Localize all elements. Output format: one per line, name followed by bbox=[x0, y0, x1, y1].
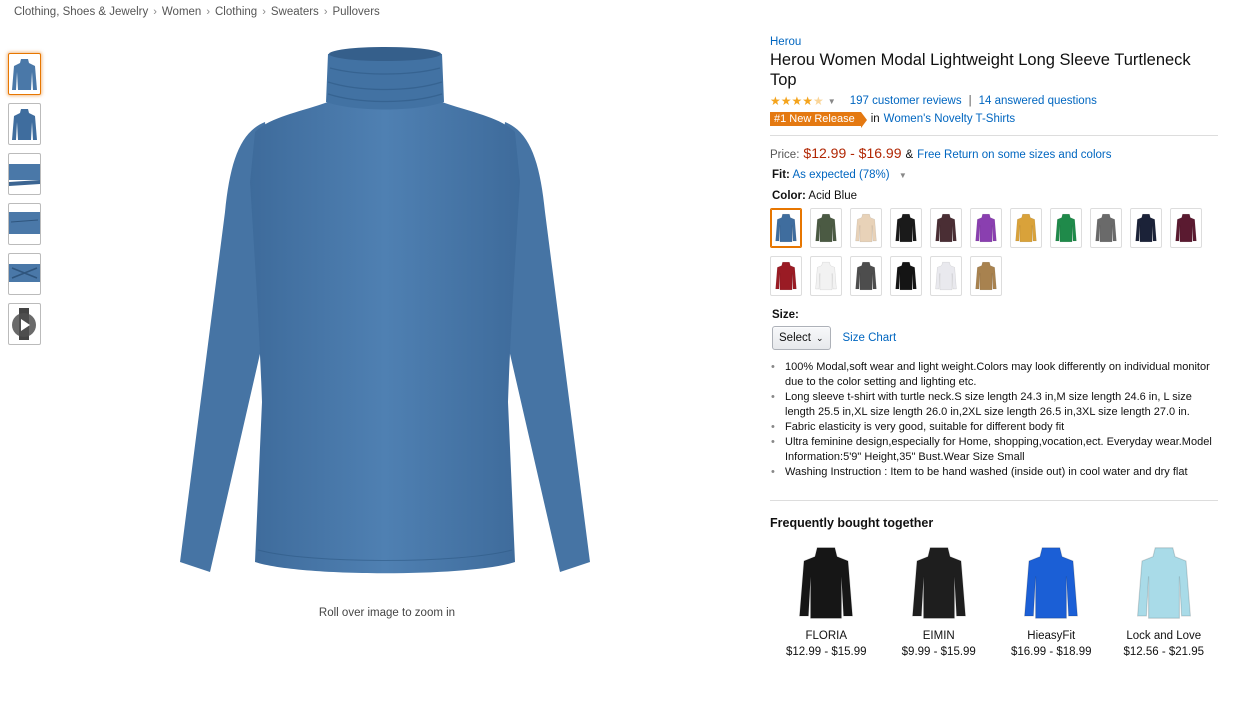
price-row: Price: $12.99 - $16.99 & Free Return on … bbox=[770, 145, 1220, 161]
badge-category-link[interactable]: Women's Novelty T-Shirts bbox=[884, 113, 1016, 125]
zoom-hint: Roll over image to zoom in bbox=[318, 607, 456, 619]
size-select-value: Select bbox=[779, 332, 811, 344]
product-title: Herou Women Modal Lightweight Long Sleev… bbox=[770, 51, 1191, 89]
badge-in-text: in bbox=[870, 113, 880, 125]
color-swatch[interactable] bbox=[1130, 208, 1162, 248]
color-swatch[interactable] bbox=[770, 256, 802, 296]
breadcrumb-link-sweaters[interactable]: Sweaters bbox=[271, 6, 319, 18]
breadcrumb: Clothing, Shoes & Jewelry › Women › Clot… bbox=[14, 6, 380, 18]
thumbnail-detail-1[interactable] bbox=[8, 153, 41, 195]
color-swatch[interactable] bbox=[770, 208, 802, 248]
product-info: Herou Herou Women Modal Lightweight Long… bbox=[770, 34, 1220, 658]
fbt-item[interactable]: HieasyFit $16.99 - $18.99 bbox=[995, 538, 1108, 658]
fit-row: Fit: As expected (78%) ▼ bbox=[770, 169, 1220, 181]
price-amp: & bbox=[905, 149, 914, 161]
main-product-image[interactable] bbox=[170, 42, 600, 582]
color-swatch[interactable] bbox=[810, 256, 842, 296]
fbt-item-name[interactable]: HieasyFit bbox=[995, 630, 1108, 642]
customer-reviews-link[interactable]: 197 customer reviews bbox=[850, 95, 962, 107]
size-select[interactable]: Select ⌄ bbox=[772, 326, 831, 350]
fbt-item-name[interactable]: Lock and Love bbox=[1108, 630, 1221, 642]
color-swatch[interactable] bbox=[890, 256, 922, 296]
color-swatch[interactable] bbox=[850, 256, 882, 296]
size-chart-link[interactable]: Size Chart bbox=[843, 332, 897, 344]
feature-bullets: 100% Modal,soft wear and light weight.Co… bbox=[770, 360, 1220, 480]
separator: | bbox=[968, 95, 972, 107]
fbt-item-price: $16.99 - $18.99 bbox=[1010, 646, 1092, 658]
thumbnail-back[interactable] bbox=[8, 103, 41, 145]
color-row: Color: Acid Blue bbox=[770, 190, 1220, 202]
answered-questions-link[interactable]: 14 answered questions bbox=[979, 95, 1097, 107]
breadcrumb-link-clothing-shoes-jewelry[interactable]: Clothing, Shoes & Jewelry bbox=[14, 6, 148, 18]
breadcrumb-link-clothing[interactable]: Clothing bbox=[215, 6, 257, 18]
rating-row: ★★★★★ ▼ 197 customer reviews | 14 answer… bbox=[770, 94, 1220, 108]
brand-link[interactable]: Herou bbox=[770, 36, 801, 48]
color-swatches bbox=[770, 208, 1220, 296]
thumbnail-front[interactable] bbox=[8, 53, 41, 95]
thumbnail-strip bbox=[8, 53, 41, 353]
free-return-link[interactable]: Free Return on some sizes and colors bbox=[917, 149, 1111, 161]
star-rating-icon[interactable]: ★★★★★ bbox=[770, 94, 824, 108]
breadcrumb-separator: › bbox=[153, 6, 157, 18]
fbt-item[interactable]: FLORIA $12.99 - $15.99 bbox=[770, 538, 883, 658]
new-release-badge[interactable]: #1 New Release bbox=[770, 112, 867, 128]
fbt-item-image[interactable] bbox=[1108, 538, 1221, 626]
breadcrumb-link-pullovers[interactable]: Pullovers bbox=[332, 6, 379, 18]
color-value: Acid Blue bbox=[808, 190, 858, 202]
fbt-item-price: $12.56 - $21.95 bbox=[1123, 646, 1205, 658]
color-swatch[interactable] bbox=[1170, 208, 1202, 248]
color-swatch[interactable] bbox=[1050, 208, 1082, 248]
fbt-item-image[interactable] bbox=[995, 538, 1108, 626]
fbt-item-price: $12.99 - $15.99 bbox=[785, 646, 867, 658]
color-swatch[interactable] bbox=[850, 208, 882, 248]
color-swatch[interactable] bbox=[970, 256, 1002, 296]
breadcrumb-link-women[interactable]: Women bbox=[162, 6, 201, 18]
thumbnail-video[interactable] bbox=[8, 303, 41, 345]
color-swatch[interactable] bbox=[810, 208, 842, 248]
chevron-down-icon[interactable]: ▼ bbox=[899, 171, 907, 180]
feature-bullet: Ultra feminine design,especially for Hom… bbox=[770, 435, 1220, 465]
color-swatch[interactable] bbox=[1090, 208, 1122, 248]
feature-bullet: Long sleeve t-shirt with turtle neck.S s… bbox=[770, 390, 1220, 420]
thumbnail-detail-3[interactable] bbox=[8, 253, 41, 295]
size-row: Select ⌄ Size Chart bbox=[770, 326, 1220, 350]
price-value: $12.99 - $16.99 bbox=[803, 145, 902, 161]
divider bbox=[770, 135, 1218, 136]
divider bbox=[770, 500, 1218, 501]
fbt-item[interactable]: Lock and Love $12.56 - $21.95 bbox=[1108, 538, 1221, 658]
chevron-down-icon: ⌄ bbox=[815, 332, 824, 343]
color-swatch[interactable] bbox=[890, 208, 922, 248]
fbt-item-image[interactable] bbox=[770, 538, 883, 626]
breadcrumb-separator: › bbox=[206, 6, 210, 18]
frequently-bought-title: Frequently bought together bbox=[770, 516, 934, 530]
feature-bullet: 100% Modal,soft wear and light weight.Co… bbox=[770, 360, 1220, 390]
fbt-item-name[interactable]: EIMIN bbox=[883, 630, 996, 642]
fbt-item-image[interactable] bbox=[883, 538, 996, 626]
best-seller-row: #1 New Release in Women's Novelty T-Shir… bbox=[770, 112, 1220, 128]
color-swatch[interactable] bbox=[930, 208, 962, 248]
price-label: Price: bbox=[770, 149, 800, 161]
fbt-item-name[interactable]: FLORIA bbox=[770, 630, 883, 642]
color-label: Color: bbox=[772, 190, 806, 202]
breadcrumb-separator: › bbox=[323, 6, 328, 18]
chevron-down-icon[interactable]: ▼ bbox=[828, 97, 836, 106]
breadcrumb-separator: › bbox=[262, 6, 266, 18]
fit-label: Fit: bbox=[772, 169, 790, 181]
fbt-item-price: $9.99 - $15.99 bbox=[901, 646, 976, 658]
fbt-item[interactable]: EIMIN $9.99 - $15.99 bbox=[883, 538, 996, 658]
frequently-bought-items: FLORIA $12.99 - $15.99 EIMIN $9.99 - $15.99… bbox=[770, 538, 1220, 658]
fit-value-link[interactable]: As expected (78%) bbox=[792, 169, 889, 181]
feature-bullet: Washing Instruction : Item to be hand wa… bbox=[770, 465, 1220, 480]
thumbnail-detail-2[interactable] bbox=[8, 203, 41, 245]
color-swatch[interactable] bbox=[1010, 208, 1042, 248]
color-swatch[interactable] bbox=[970, 208, 1002, 248]
color-swatch[interactable] bbox=[930, 256, 962, 296]
feature-bullet: Fabric elasticity is very good, suitable… bbox=[770, 420, 1220, 435]
size-label: Size: bbox=[772, 309, 799, 321]
play-icon bbox=[12, 313, 36, 337]
